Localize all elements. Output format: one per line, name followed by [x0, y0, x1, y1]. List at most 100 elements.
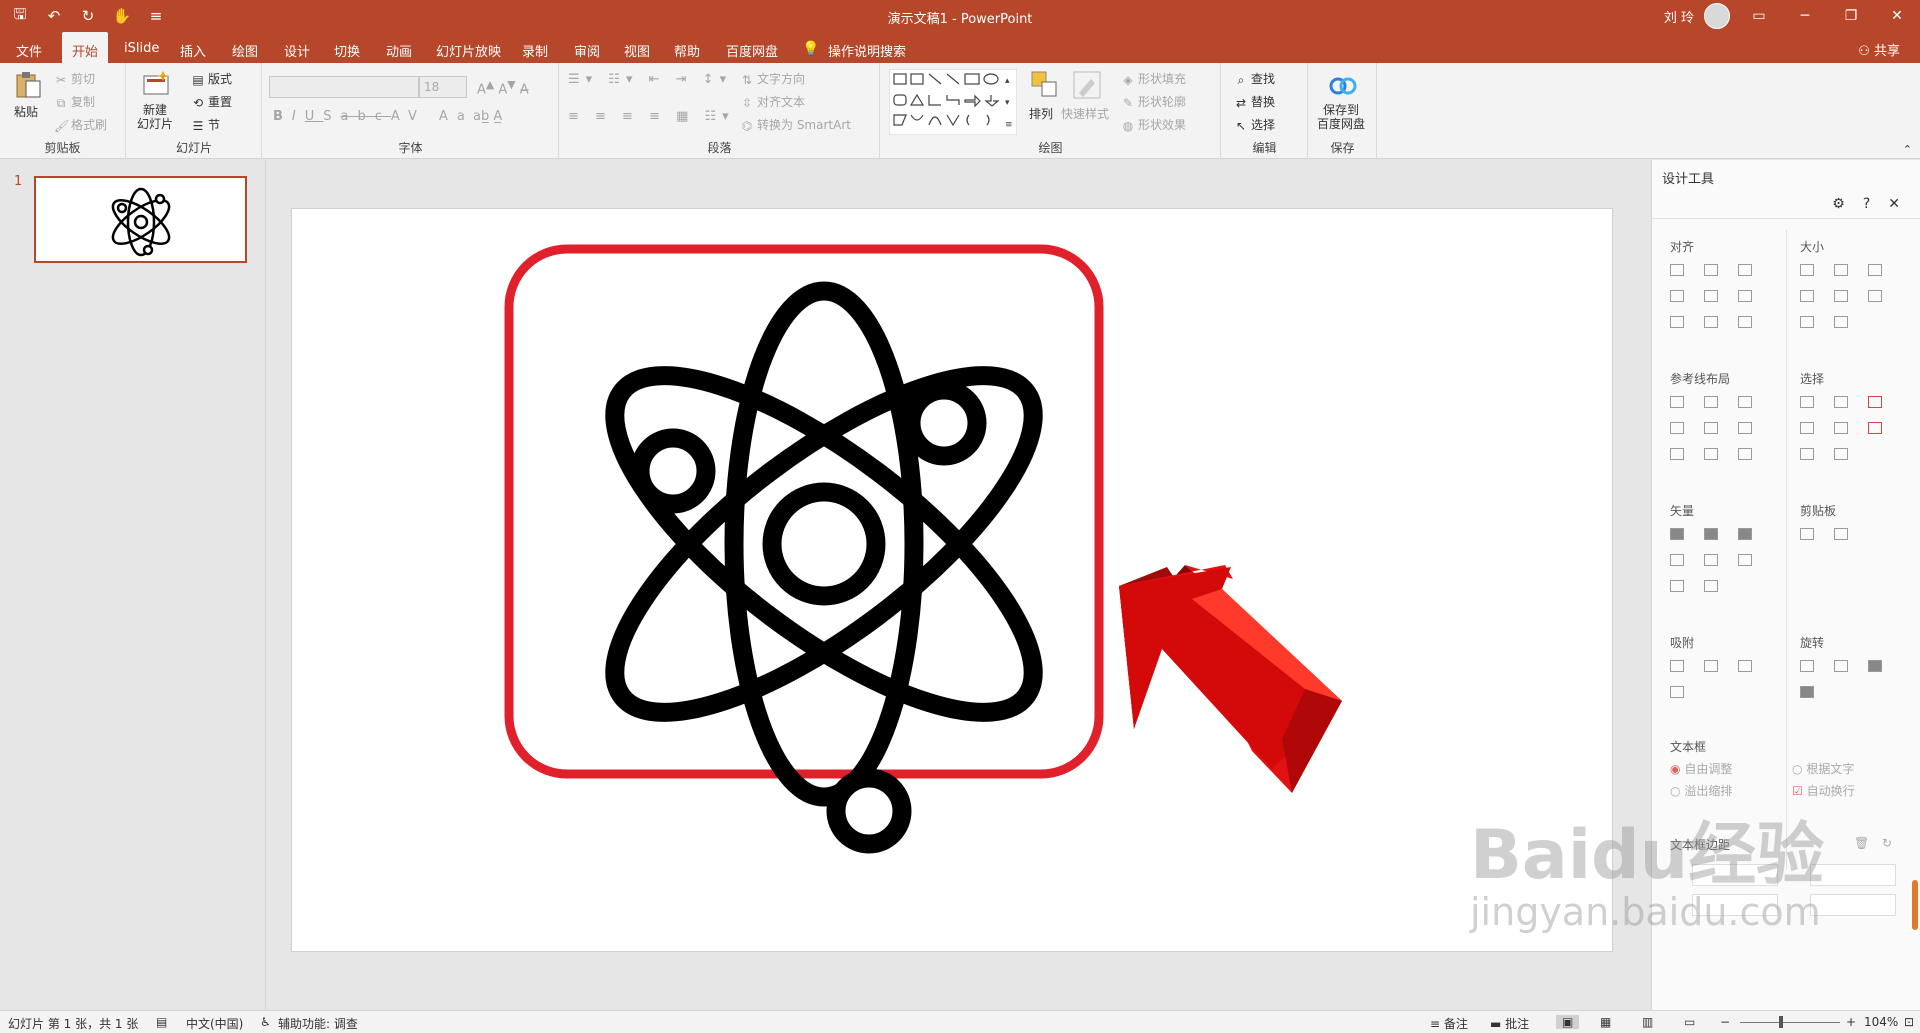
select-tools[interactable] [1800, 396, 1902, 460]
guides-section-label: 参考线布局 [1670, 372, 1731, 386]
quick-styles-button[interactable]: 快速样式 [1061, 105, 1109, 122]
tab-help[interactable]: 帮助 [674, 41, 700, 60]
notes-button[interactable]: ≡ 备注 [1430, 1015, 1468, 1032]
scissors-icon: ✂ [55, 72, 67, 87]
alignment-buttons[interactable]: ≡ ≡ ≡ ≡ ▦ ☷▾ [568, 109, 735, 124]
refresh-icon[interactable]: ↻ [1882, 836, 1892, 850]
vector-tools[interactable] [1670, 528, 1772, 592]
font-color-buttons[interactable]: ab̲ A̲ [473, 109, 502, 124]
spellcheck-icon[interactable]: ▤ [156, 1015, 167, 1029]
clipboard-tools[interactable] [1800, 528, 1902, 540]
share-button[interactable]: ⚇ 共享 [1858, 40, 1900, 59]
slide-thumbnail[interactable] [34, 176, 247, 263]
ribbon-display-options-icon[interactable]: ▭ [1736, 0, 1782, 32]
watermark: Baidu经验 jingyan.baidu.com [1470, 820, 1824, 933]
arrange-button[interactable]: 排列 [1029, 105, 1053, 122]
arrange-icon[interactable] [1029, 69, 1061, 101]
zoom-out-icon[interactable]: − [1720, 1015, 1730, 1029]
tab-file[interactable]: 文件 [16, 41, 42, 60]
tell-me-search[interactable]: 操作说明搜索 [828, 41, 906, 60]
tab-baidu-netdisk[interactable]: 百度网盘 [726, 41, 778, 60]
shapes-gallery[interactable]: ▴ ▾ ≡ [889, 69, 1017, 135]
reading-view-icon[interactable]: ▥ [1642, 1015, 1653, 1029]
panel-scrollbar[interactable] [1912, 880, 1918, 930]
auto-adjust-radio[interactable]: ◉ 自由调整 [1670, 760, 1732, 777]
save-to-baidu-button[interactable]: 保存到 百度网盘 [1317, 103, 1365, 131]
auto-wrap-checkbox[interactable]: ☑ 自动换行 [1792, 782, 1855, 799]
shape-outline-button[interactable]: ✎ 形状轮廓 [1121, 93, 1186, 110]
text-direction-button[interactable]: ⇅ 文字方向 [740, 70, 805, 87]
cut-button[interactable]: ✂ 剪切 [54, 70, 95, 87]
comments-button[interactable]: ▬ 批注 [1490, 1015, 1529, 1032]
tab-transitions[interactable]: 切换 [334, 41, 360, 60]
tab-review[interactable]: 审阅 [574, 41, 600, 60]
slide-canvas[interactable] [291, 208, 1613, 952]
snap-tools[interactable] [1670, 660, 1772, 698]
fit-slide-icon[interactable]: ⊡ [1904, 1015, 1914, 1029]
restore-icon[interactable]: ❐ [1828, 0, 1874, 32]
zoom-in-icon[interactable]: + [1846, 1015, 1856, 1029]
list-buttons[interactable]: ☰▾ ☷▾ ⇤ ⇥ ↕▾ [568, 72, 732, 87]
accessibility-status[interactable]: 辅助功能: 调查 [278, 1015, 358, 1032]
tab-home[interactable]: 开始 [62, 32, 109, 63]
rotate-tools[interactable] [1800, 660, 1902, 698]
settings-icon[interactable]: ⚙ [1832, 196, 1845, 212]
tab-insert[interactable]: 插入 [180, 41, 206, 60]
user-name[interactable]: 刘 玲 [1664, 7, 1694, 26]
collapse-ribbon-icon[interactable]: ⌃ [1903, 143, 1912, 156]
tab-islide[interactable]: iSlide [124, 41, 159, 56]
tab-animations[interactable]: 动画 [386, 41, 412, 60]
trash-icon[interactable]: 🗑 [1854, 836, 1869, 850]
normal-view-icon[interactable]: ▣ [1556, 1015, 1580, 1029]
editing-group: ⌕ 查找 ⇄ 替换 ↖ 选择 编辑 [1222, 63, 1308, 159]
quick-styles-icon[interactable] [1071, 69, 1103, 101]
overflow-radio[interactable]: ○ 溢出缩排 [1670, 782, 1732, 799]
tab-design[interactable]: 设计 [284, 41, 310, 60]
red-arrow-icon[interactable] [1119, 565, 1342, 793]
select-button[interactable]: ↖ 选择 [1234, 116, 1275, 133]
tab-view[interactable]: 视图 [624, 41, 650, 60]
comments-label: 批注 [1505, 1017, 1530, 1031]
font-size-box[interactable]: 18 [419, 76, 467, 98]
format-painter-button[interactable]: 🖌 格式刷 [54, 116, 107, 133]
tab-slideshow[interactable]: 幻灯片放映 [436, 41, 501, 60]
slideshow-icon[interactable]: ▭ [1684, 1015, 1695, 1029]
fit-text-radio[interactable]: ○ 根据文字 [1792, 760, 1854, 777]
font-size-controls[interactable]: A▲ A▼ A̶ [477, 78, 529, 97]
shape-effects-button[interactable]: ◍ 形状效果 [1121, 116, 1186, 133]
smartart-button[interactable]: ⌬ 转换为 SmartArt [740, 116, 851, 133]
tab-draw[interactable]: 绘图 [232, 41, 258, 60]
replace-button[interactable]: ⇄ 替换 [1234, 93, 1275, 110]
baidu-cloud-icon[interactable] [1327, 69, 1359, 101]
close-icon[interactable]: ✕ [1874, 0, 1920, 32]
tab-record[interactable]: 录制 [522, 41, 548, 60]
reset-button[interactable]: ⟲ 重置 [191, 93, 232, 110]
minimize-icon[interactable]: ─ [1782, 0, 1828, 32]
guide-tools[interactable] [1670, 396, 1772, 460]
font-style-buttons[interactable]: BIUSabcAV Aa [273, 109, 474, 124]
paste-icon[interactable] [12, 69, 44, 101]
copy-button[interactable]: ⧉ 复制 [54, 93, 95, 110]
atom-icon[interactable] [568, 281, 1080, 854]
document-title: 演示文稿1 - PowerPoint [887, 12, 1033, 27]
section-button[interactable]: ☰ 节 [191, 116, 220, 133]
font-name-box[interactable] [269, 76, 419, 98]
language-status[interactable]: 中文(中国) [186, 1015, 243, 1032]
new-slide-icon[interactable] [141, 69, 173, 101]
slide-sorter-icon[interactable]: ▦ [1600, 1015, 1611, 1029]
layout-button[interactable]: ▤ 版式 [191, 70, 232, 87]
help-icon[interactable]: ? [1863, 196, 1870, 212]
rounded-frame[interactable] [504, 244, 1104, 779]
new-slide-button[interactable]: 新建 幻灯片 [137, 103, 173, 131]
shape-fill-button[interactable]: ◈ 形状填充 [1121, 70, 1186, 87]
avatar[interactable] [1704, 3, 1730, 29]
close-icon[interactable]: ✕ [1888, 196, 1900, 212]
zoom-level[interactable]: 104% [1864, 1015, 1898, 1029]
find-button[interactable]: ⌕ 查找 [1234, 70, 1275, 87]
zoom-slider-handle[interactable] [1779, 1016, 1783, 1028]
align-tools[interactable] [1670, 264, 1772, 328]
zoom-slider[interactable] [1740, 1022, 1840, 1023]
align-text-button[interactable]: ⇳ 对齐文本 [740, 93, 805, 110]
paste-button[interactable]: 粘贴 [14, 103, 38, 120]
size-tools[interactable] [1800, 264, 1902, 328]
